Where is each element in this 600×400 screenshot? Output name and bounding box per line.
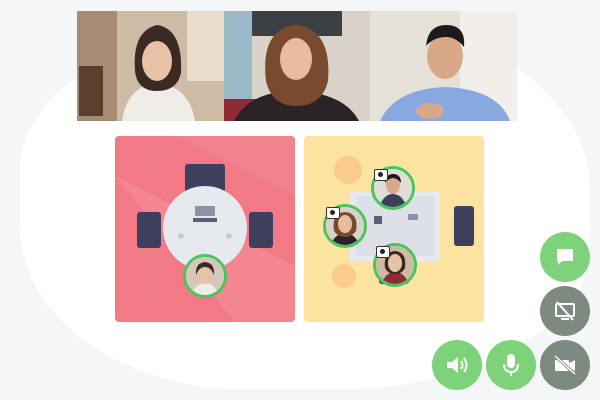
video-tile-participant-2[interactable] — [223, 11, 371, 121]
camera-off-icon — [553, 354, 577, 376]
microphone-icon — [503, 354, 519, 376]
screen-share-off-icon — [555, 301, 575, 321]
camera-button[interactable] — [540, 340, 590, 390]
video-strip — [77, 11, 517, 121]
table-room-b[interactable] — [304, 136, 484, 322]
camera-badge-left — [326, 207, 340, 219]
video-tile-participant-3[interactable] — [370, 11, 517, 121]
camera-badge-bottom — [376, 246, 390, 258]
table-room-a[interactable] — [115, 136, 295, 322]
microphone-button[interactable] — [486, 340, 536, 390]
speaker-icon — [447, 357, 468, 373]
chat-button[interactable] — [540, 232, 590, 282]
speaker-button[interactable] — [432, 340, 482, 390]
seated-avatar-room-a[interactable] — [183, 254, 227, 298]
screen-share-button[interactable] — [540, 286, 590, 336]
camera-badge-top — [374, 169, 388, 181]
video-tile-participant-1[interactable] — [77, 11, 224, 121]
chat-icon — [557, 249, 573, 265]
